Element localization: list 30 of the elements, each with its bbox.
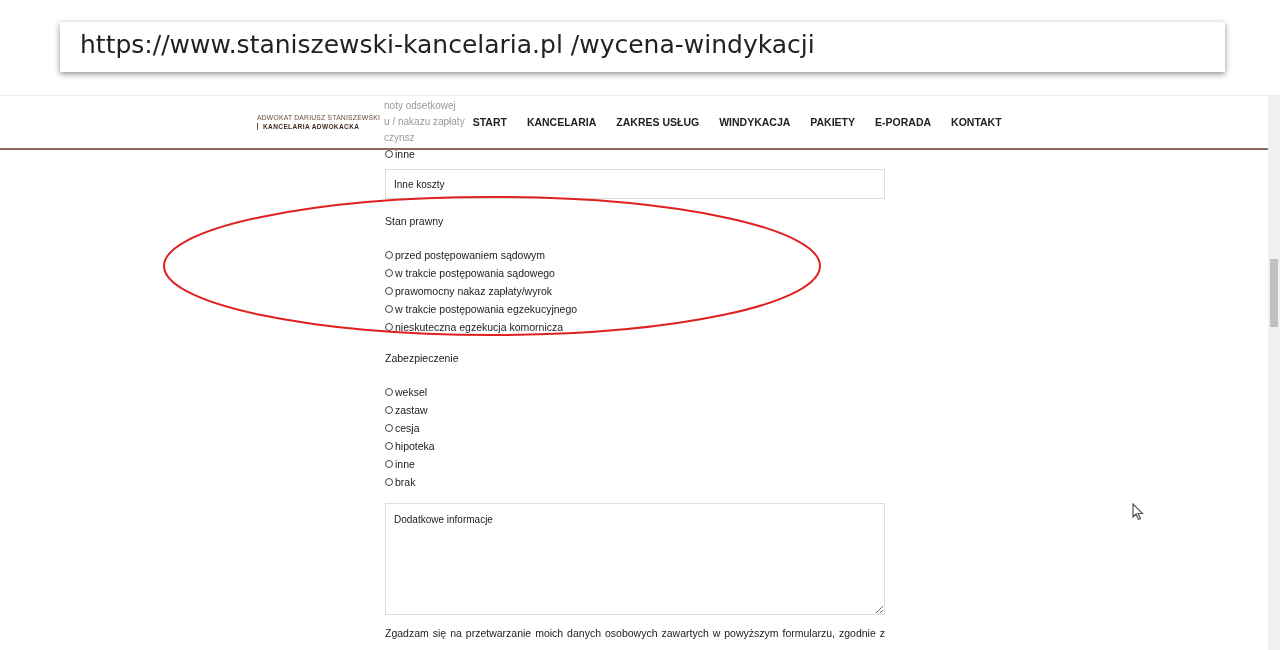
consent-text: Zgadzam się na przetwarzanie moich danych osobowych zawartych w powyższym formularzu, zgodnie z bbox=[385, 627, 885, 640]
mouse-cursor-icon bbox=[1132, 503, 1144, 521]
group-label: Zabezpieczenie bbox=[385, 352, 460, 366]
address-bar[interactable]: https://www.staniszewski-kancelaria.pl /wycena-windykacji bbox=[60, 22, 1225, 72]
option-label: inne bbox=[395, 148, 415, 160]
nav-link[interactable]: PAKIETY bbox=[810, 116, 856, 128]
nav-link[interactable]: START bbox=[472, 116, 507, 128]
option-label: weksel bbox=[395, 386, 428, 398]
option-label: hipoteka bbox=[395, 440, 435, 452]
option-label: brak bbox=[395, 476, 416, 488]
option-label: przed postępowaniem sądowym bbox=[395, 249, 545, 261]
option-label: nieskuteczna egzekucja komornicza bbox=[395, 321, 564, 333]
scrollbar-thumb[interactable] bbox=[1270, 259, 1278, 327]
option-label: w trakcie postępowania egzekucyjnego bbox=[395, 303, 578, 315]
nav-link[interactable]: WINDYKACJA bbox=[719, 116, 791, 128]
faded-option-label: noty odsetkowej bbox=[384, 100, 457, 112]
nav-link[interactable]: ZAKRES USŁUG bbox=[616, 116, 700, 128]
faded-option-label: u / nakazu zapłaty bbox=[384, 116, 465, 128]
nav-link[interactable]: KONTAKT bbox=[951, 116, 1002, 128]
nav-link[interactable]: KANCELARIA bbox=[526, 116, 597, 128]
text-area[interactable]: Dodatkowe informacje bbox=[385, 503, 885, 615]
faded-option-label: czynsz bbox=[384, 132, 416, 144]
group-label: Stan prawny bbox=[385, 215, 445, 229]
option-label: w trakcie postępowania sądowego bbox=[395, 267, 555, 279]
option-label: zastaw bbox=[395, 404, 428, 416]
option-label: inne bbox=[395, 458, 415, 470]
option-label: cesja bbox=[395, 422, 420, 434]
option-label: prawomocny nakaz zapłaty/wyrok bbox=[395, 285, 552, 297]
input-field[interactable]: Inne koszty bbox=[385, 169, 885, 199]
nav-link[interactable]: E-PORADA bbox=[875, 116, 932, 128]
